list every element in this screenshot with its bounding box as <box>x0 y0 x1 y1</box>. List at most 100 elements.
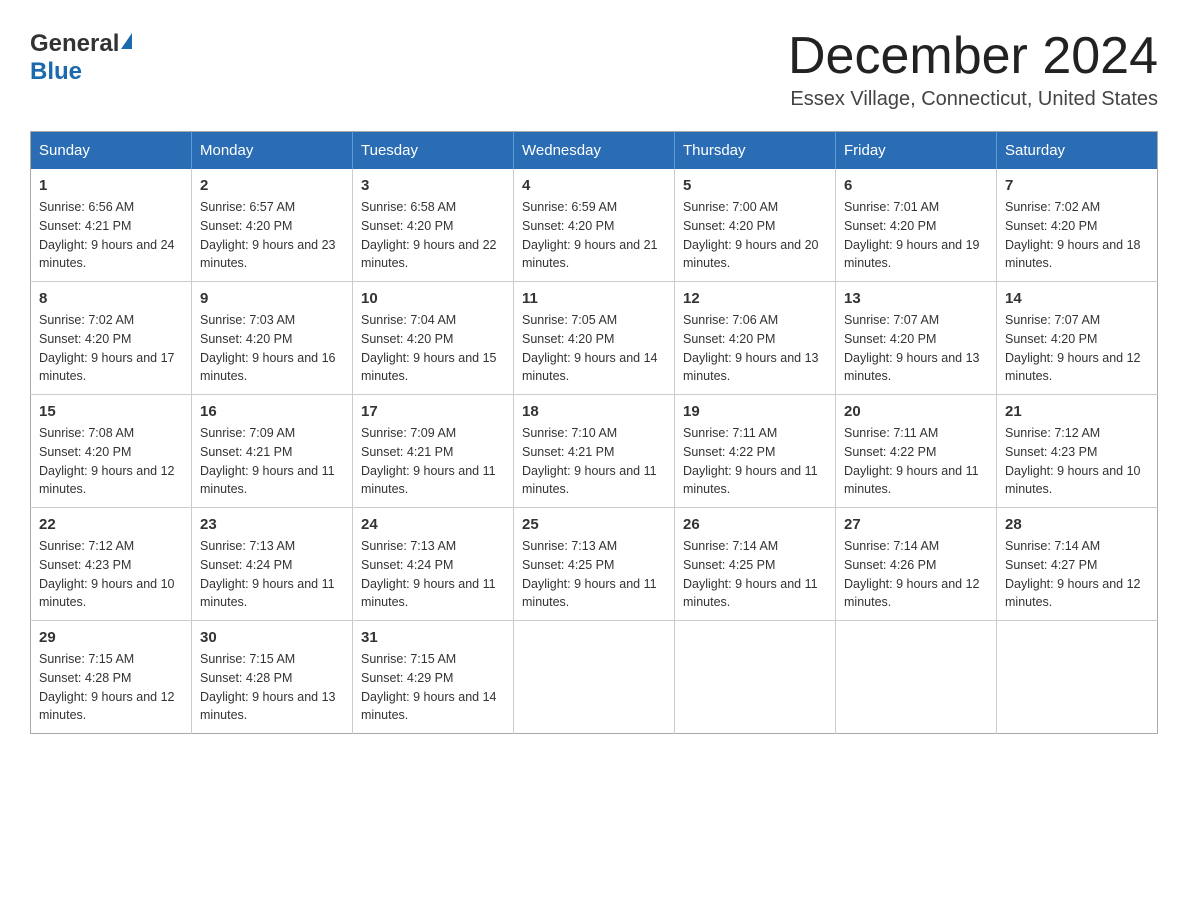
header-monday: Monday <box>192 132 353 170</box>
table-row: 17 Sunrise: 7:09 AMSunset: 4:21 PMDaylig… <box>353 395 514 508</box>
day-info: Sunrise: 7:02 AMSunset: 4:20 PMDaylight:… <box>39 313 175 383</box>
table-row: 27 Sunrise: 7:14 AMSunset: 4:26 PMDaylig… <box>836 508 997 621</box>
calendar-week-row: 29 Sunrise: 7:15 AMSunset: 4:28 PMDaylig… <box>31 621 1158 734</box>
day-info: Sunrise: 7:13 AMSunset: 4:24 PMDaylight:… <box>361 539 496 609</box>
day-info: Sunrise: 7:05 AMSunset: 4:20 PMDaylight:… <box>522 313 658 383</box>
table-row: 15 Sunrise: 7:08 AMSunset: 4:20 PMDaylig… <box>31 395 192 508</box>
day-number: 15 <box>39 403 183 420</box>
day-number: 16 <box>200 403 344 420</box>
header-thursday: Thursday <box>675 132 836 170</box>
day-number: 21 <box>1005 403 1149 420</box>
day-info: Sunrise: 7:08 AMSunset: 4:20 PMDaylight:… <box>39 426 175 496</box>
day-info: Sunrise: 7:10 AMSunset: 4:21 PMDaylight:… <box>522 426 657 496</box>
table-row: 23 Sunrise: 7:13 AMSunset: 4:24 PMDaylig… <box>192 508 353 621</box>
table-row <box>514 621 675 734</box>
table-row: 3 Sunrise: 6:58 AMSunset: 4:20 PMDayligh… <box>353 169 514 282</box>
calendar-week-row: 8 Sunrise: 7:02 AMSunset: 4:20 PMDayligh… <box>31 282 1158 395</box>
day-info: Sunrise: 7:14 AMSunset: 4:25 PMDaylight:… <box>683 539 818 609</box>
calendar-header-row: Sunday Monday Tuesday Wednesday Thursday… <box>31 132 1158 170</box>
day-info: Sunrise: 7:04 AMSunset: 4:20 PMDaylight:… <box>361 313 497 383</box>
day-info: Sunrise: 7:15 AMSunset: 4:28 PMDaylight:… <box>200 652 336 722</box>
calendar-week-row: 1 Sunrise: 6:56 AMSunset: 4:21 PMDayligh… <box>31 169 1158 282</box>
day-info: Sunrise: 7:12 AMSunset: 4:23 PMDaylight:… <box>39 539 175 609</box>
table-row: 10 Sunrise: 7:04 AMSunset: 4:20 PMDaylig… <box>353 282 514 395</box>
day-number: 18 <box>522 403 666 420</box>
table-row: 7 Sunrise: 7:02 AMSunset: 4:20 PMDayligh… <box>997 169 1158 282</box>
table-row: 5 Sunrise: 7:00 AMSunset: 4:20 PMDayligh… <box>675 169 836 282</box>
table-row: 21 Sunrise: 7:12 AMSunset: 4:23 PMDaylig… <box>997 395 1158 508</box>
day-number: 4 <box>522 177 666 194</box>
table-row: 30 Sunrise: 7:15 AMSunset: 4:28 PMDaylig… <box>192 621 353 734</box>
table-row: 14 Sunrise: 7:07 AMSunset: 4:20 PMDaylig… <box>997 282 1158 395</box>
day-number: 1 <box>39 177 183 194</box>
calendar-week-row: 22 Sunrise: 7:12 AMSunset: 4:23 PMDaylig… <box>31 508 1158 621</box>
day-info: Sunrise: 7:02 AMSunset: 4:20 PMDaylight:… <box>1005 200 1141 270</box>
table-row: 12 Sunrise: 7:06 AMSunset: 4:20 PMDaylig… <box>675 282 836 395</box>
header-saturday: Saturday <box>997 132 1158 170</box>
day-info: Sunrise: 7:07 AMSunset: 4:20 PMDaylight:… <box>844 313 980 383</box>
table-row: 24 Sunrise: 7:13 AMSunset: 4:24 PMDaylig… <box>353 508 514 621</box>
day-info: Sunrise: 7:03 AMSunset: 4:20 PMDaylight:… <box>200 313 336 383</box>
day-info: Sunrise: 7:11 AMSunset: 4:22 PMDaylight:… <box>844 426 979 496</box>
day-info: Sunrise: 7:15 AMSunset: 4:28 PMDaylight:… <box>39 652 175 722</box>
day-info: Sunrise: 7:09 AMSunset: 4:21 PMDaylight:… <box>200 426 335 496</box>
table-row <box>997 621 1158 734</box>
day-number: 22 <box>39 516 183 533</box>
table-row <box>675 621 836 734</box>
day-number: 6 <box>844 177 988 194</box>
day-number: 17 <box>361 403 505 420</box>
day-info: Sunrise: 6:57 AMSunset: 4:20 PMDaylight:… <box>200 200 336 270</box>
table-row: 6 Sunrise: 7:01 AMSunset: 4:20 PMDayligh… <box>836 169 997 282</box>
day-number: 10 <box>361 290 505 307</box>
table-row: 18 Sunrise: 7:10 AMSunset: 4:21 PMDaylig… <box>514 395 675 508</box>
header-friday: Friday <box>836 132 997 170</box>
title-block: December 2024 Essex Village, Connecticut… <box>788 30 1158 111</box>
table-row: 13 Sunrise: 7:07 AMSunset: 4:20 PMDaylig… <box>836 282 997 395</box>
day-info: Sunrise: 7:06 AMSunset: 4:20 PMDaylight:… <box>683 313 819 383</box>
location-title: Essex Village, Connecticut, United State… <box>788 88 1158 111</box>
day-info: Sunrise: 7:14 AMSunset: 4:26 PMDaylight:… <box>844 539 980 609</box>
day-info: Sunrise: 7:07 AMSunset: 4:20 PMDaylight:… <box>1005 313 1141 383</box>
day-number: 14 <box>1005 290 1149 307</box>
day-number: 3 <box>361 177 505 194</box>
day-number: 19 <box>683 403 827 420</box>
day-info: Sunrise: 7:01 AMSunset: 4:20 PMDaylight:… <box>844 200 980 270</box>
day-number: 9 <box>200 290 344 307</box>
logo-triangle-icon <box>121 33 132 49</box>
day-number: 24 <box>361 516 505 533</box>
month-title: December 2024 <box>788 30 1158 82</box>
table-row: 8 Sunrise: 7:02 AMSunset: 4:20 PMDayligh… <box>31 282 192 395</box>
day-info: Sunrise: 6:56 AMSunset: 4:21 PMDaylight:… <box>39 200 175 270</box>
table-row: 19 Sunrise: 7:11 AMSunset: 4:22 PMDaylig… <box>675 395 836 508</box>
table-row: 2 Sunrise: 6:57 AMSunset: 4:20 PMDayligh… <box>192 169 353 282</box>
logo-general-text: General <box>30 30 119 58</box>
day-number: 29 <box>39 629 183 646</box>
day-number: 26 <box>683 516 827 533</box>
calendar-table: Sunday Monday Tuesday Wednesday Thursday… <box>30 131 1158 734</box>
table-row: 4 Sunrise: 6:59 AMSunset: 4:20 PMDayligh… <box>514 169 675 282</box>
day-number: 8 <box>39 290 183 307</box>
table-row: 29 Sunrise: 7:15 AMSunset: 4:28 PMDaylig… <box>31 621 192 734</box>
page-header: General Blue December 2024 Essex Village… <box>30 30 1158 111</box>
header-tuesday: Tuesday <box>353 132 514 170</box>
day-number: 12 <box>683 290 827 307</box>
day-number: 23 <box>200 516 344 533</box>
day-info: Sunrise: 6:58 AMSunset: 4:20 PMDaylight:… <box>361 200 497 270</box>
day-number: 27 <box>844 516 988 533</box>
day-info: Sunrise: 6:59 AMSunset: 4:20 PMDaylight:… <box>522 200 658 270</box>
table-row <box>836 621 997 734</box>
table-row: 28 Sunrise: 7:14 AMSunset: 4:27 PMDaylig… <box>997 508 1158 621</box>
header-wednesday: Wednesday <box>514 132 675 170</box>
day-number: 20 <box>844 403 988 420</box>
day-number: 7 <box>1005 177 1149 194</box>
day-number: 2 <box>200 177 344 194</box>
day-number: 13 <box>844 290 988 307</box>
day-info: Sunrise: 7:12 AMSunset: 4:23 PMDaylight:… <box>1005 426 1141 496</box>
day-number: 31 <box>361 629 505 646</box>
day-number: 28 <box>1005 516 1149 533</box>
day-info: Sunrise: 7:15 AMSunset: 4:29 PMDaylight:… <box>361 652 497 722</box>
day-info: Sunrise: 7:00 AMSunset: 4:20 PMDaylight:… <box>683 200 819 270</box>
day-number: 11 <box>522 290 666 307</box>
table-row: 20 Sunrise: 7:11 AMSunset: 4:22 PMDaylig… <box>836 395 997 508</box>
logo-blue-text: Blue <box>30 58 82 85</box>
